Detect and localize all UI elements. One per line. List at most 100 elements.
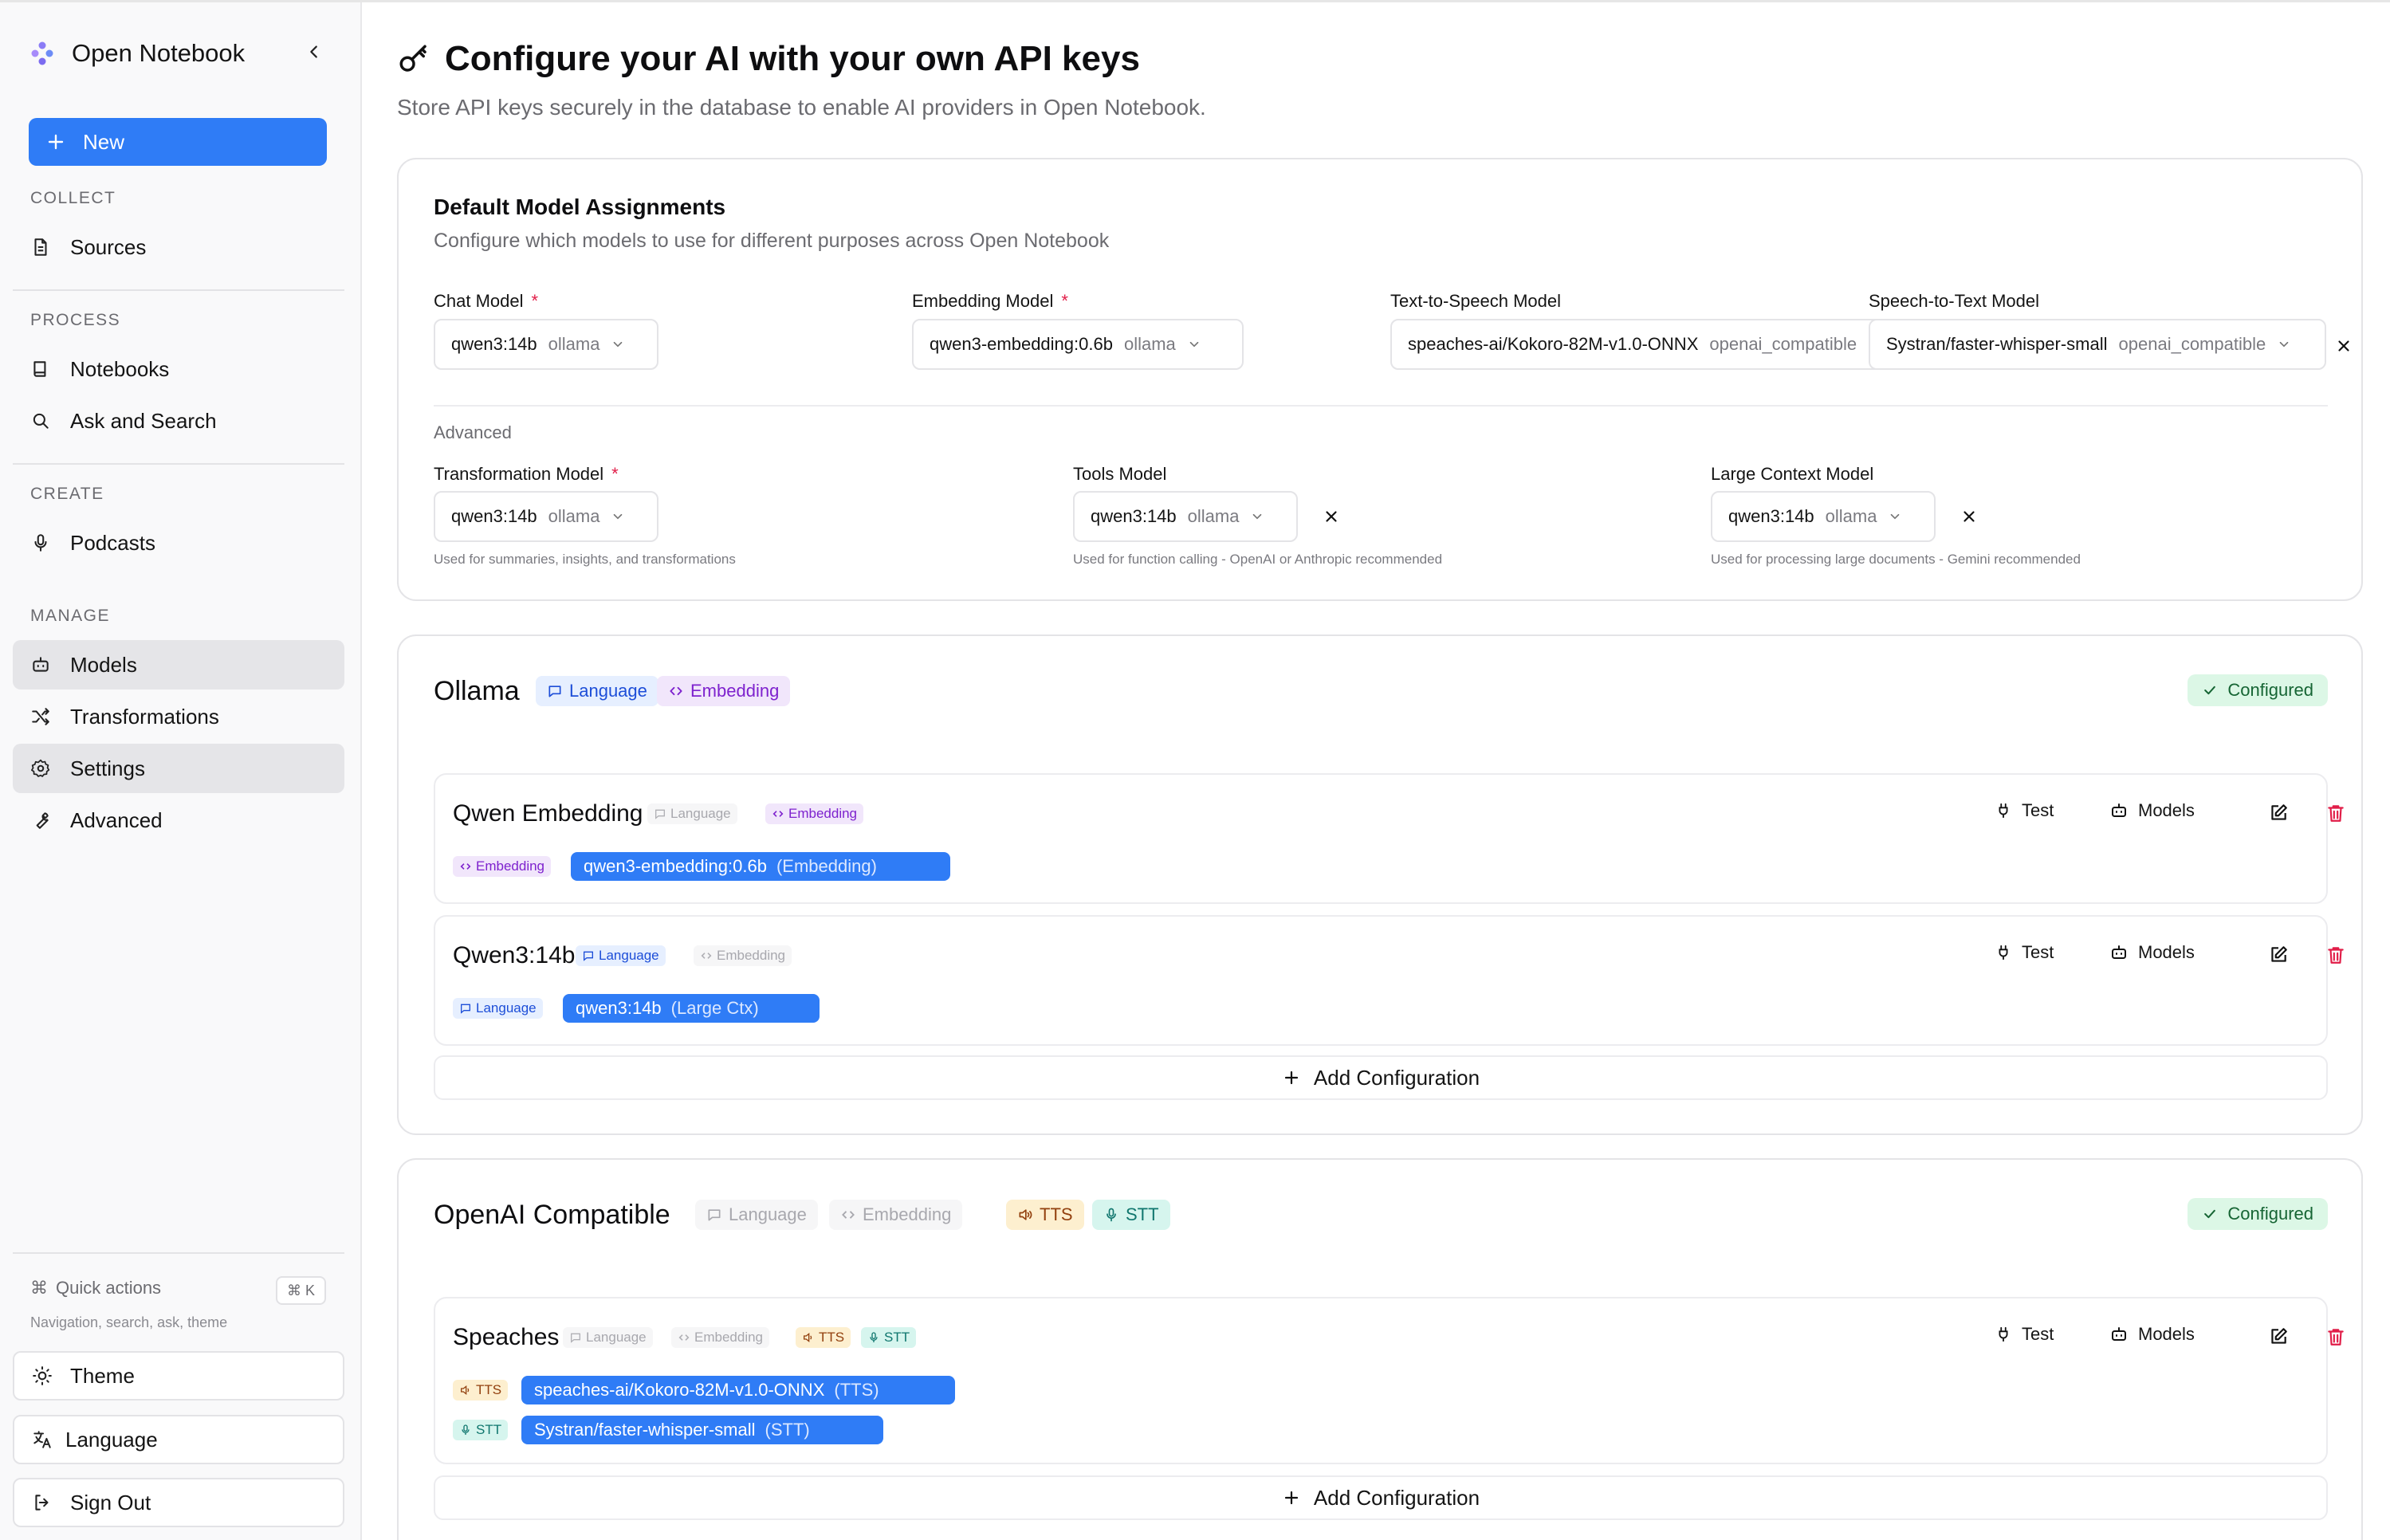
chevron-down-icon xyxy=(1189,341,1199,348)
model-capability-chip: Language xyxy=(453,998,543,1019)
sidebar-item-label: Advanced xyxy=(70,807,163,832)
search-icon xyxy=(33,413,49,429)
book-icon xyxy=(33,361,46,377)
quick-actions[interactable]: ⌘ Quick actions xyxy=(30,1278,161,1298)
bot-icon xyxy=(2112,803,2126,817)
capability-embedding-chip: Embedding xyxy=(671,1327,770,1348)
theme-button[interactable]: Theme xyxy=(13,1351,344,1401)
clear-large-context-model-button[interactable] xyxy=(1955,502,1983,531)
page-subtitle: Store API keys securely in the database … xyxy=(397,95,1206,120)
tts-model-select[interactable]: speaches-ai/Kokoro-82M-v1.0-ONNX openai_c… xyxy=(1390,319,1932,370)
provider-name: Ollama xyxy=(434,676,520,706)
sidebar-item-label: Models xyxy=(70,652,137,677)
new-button[interactable]: New xyxy=(29,118,327,166)
test-button[interactable]: Test xyxy=(1995,1324,2054,1345)
chevron-down-icon xyxy=(1891,513,1900,520)
delete-button[interactable] xyxy=(2321,941,2350,969)
edit-icon xyxy=(2271,1328,2287,1344)
large-context-model-select[interactable]: qwen3:14b ollama xyxy=(1711,491,1936,542)
capability-language-chip: Language xyxy=(695,1200,818,1230)
mic-icon xyxy=(34,534,47,552)
add-configuration-button[interactable]: Add Configuration xyxy=(434,1475,2328,1520)
large-context-model-label: Large Context Model xyxy=(1711,464,1874,484)
chevron-down-icon xyxy=(614,513,623,520)
provider-card-ollama: Ollama Language Embedding Configured Qwe… xyxy=(397,634,2363,1135)
quick-actions-label: Quick actions xyxy=(56,1278,162,1298)
config-name: Speaches xyxy=(453,1324,560,1350)
chevron-down-icon xyxy=(1253,513,1262,520)
embedding-model-select[interactable]: qwen3-embedding:0.6b ollama xyxy=(912,319,1244,370)
edit-button[interactable] xyxy=(2264,799,2293,827)
delete-button[interactable] xyxy=(2321,799,2350,827)
model-pill[interactable]: speaches-ai/Kokoro-82M-v1.0-ONNX (TTS) xyxy=(521,1376,955,1404)
edit-button[interactable] xyxy=(2264,1322,2293,1351)
delete-button[interactable] xyxy=(2321,1322,2350,1351)
sidebar-item-transformations[interactable]: Transformations xyxy=(13,692,344,741)
close-icon xyxy=(1326,511,1337,522)
speaker-icon xyxy=(461,1385,470,1396)
tools-model-select[interactable]: qwen3:14b ollama xyxy=(1073,491,1298,542)
main-content: Configure your AI with your own API keys… xyxy=(364,2,2390,1540)
model-capability-chip: STT xyxy=(453,1420,509,1440)
test-button[interactable]: Test xyxy=(1995,942,2054,963)
clear-tools-model-button[interactable] xyxy=(1317,502,1346,531)
collapse-sidebar-button[interactable] xyxy=(300,37,328,66)
transformation-model-hint: Used for summaries, insights, and transf… xyxy=(434,552,736,567)
capability-language-chip: Language xyxy=(576,945,666,966)
sign-out-button[interactable]: Sign Out xyxy=(13,1478,344,1527)
test-button[interactable]: Test xyxy=(1995,800,2054,821)
speaker-icon xyxy=(804,1332,812,1343)
model-pill[interactable]: qwen3-embedding:0.6b (Embedding) xyxy=(571,852,950,881)
message-icon xyxy=(461,1004,470,1014)
capability-stt-chip: STT xyxy=(1092,1200,1170,1230)
clear-stt-model-button[interactable] xyxy=(2329,332,2358,360)
add-configuration-button[interactable]: Add Configuration xyxy=(434,1055,2328,1100)
transformation-model-select[interactable]: qwen3:14b ollama xyxy=(434,491,658,542)
plus-icon xyxy=(48,134,64,150)
model-pill[interactable]: qwen3:14b (Large Ctx) xyxy=(563,994,820,1023)
command-icon: ⌘ xyxy=(30,1278,48,1298)
sidebar-item-advanced[interactable]: Advanced xyxy=(13,796,344,845)
models-button[interactable]: Models xyxy=(2109,1324,2195,1345)
config-name: Qwen Embedding xyxy=(453,800,643,827)
plug-icon xyxy=(1999,1326,2008,1342)
capability-embedding-chip: Embedding xyxy=(657,676,791,706)
capability-stt-chip: STT xyxy=(861,1327,917,1348)
bot-icon xyxy=(2112,945,2126,959)
sidebar-item-label: Transformations xyxy=(70,704,219,729)
edit-button[interactable] xyxy=(2264,941,2293,969)
plus-icon xyxy=(1284,1071,1299,1085)
sidebar-item-podcasts[interactable]: Podcasts xyxy=(13,518,344,568)
capability-language-chip: Language xyxy=(647,803,737,824)
configured-badge: Configured xyxy=(2188,1198,2328,1230)
sidebar-item-settings[interactable]: Settings xyxy=(13,744,344,793)
config-name: Qwen3:14b xyxy=(453,942,576,968)
code-icon xyxy=(842,1211,855,1219)
config-card-speaches: Speaches Language Embedding TTS STT Test… xyxy=(434,1297,2344,1464)
mic-icon xyxy=(1107,1208,1116,1222)
capability-tts-chip: TTS xyxy=(796,1327,851,1348)
capability-embedding-chip: Embedding xyxy=(829,1200,963,1230)
sidebar-item-ask-and-search[interactable]: Ask and Search xyxy=(13,396,344,446)
chat-model-select[interactable]: qwen3:14b ollama xyxy=(434,319,658,370)
page-title-text: Configure your AI with your own API keys xyxy=(445,39,1140,78)
chevron-left-icon xyxy=(310,45,317,58)
brand[interactable]: Open Notebook xyxy=(29,34,245,73)
provider-name: OpenAI Compatible xyxy=(434,1200,670,1230)
file-text-icon xyxy=(34,238,47,256)
models-button[interactable]: Models xyxy=(2109,800,2195,821)
sidebar-item-notebooks[interactable]: Notebooks xyxy=(13,344,344,394)
page-title: Configure your AI with your own API keys xyxy=(397,39,1140,79)
section-create: CREATE xyxy=(30,485,104,503)
model-pill[interactable]: Systran/faster-whisper-small (STT) xyxy=(521,1416,883,1444)
models-button[interactable]: Models xyxy=(2109,942,2195,963)
language-button[interactable]: Language xyxy=(13,1415,344,1464)
config-card-qwen3-14b: Qwen3:14b Language Embedding Test Models… xyxy=(434,915,2344,1046)
stt-model-select[interactable]: Systran/faster-whisper-small openai_compa… xyxy=(1869,319,2326,370)
plus-icon xyxy=(1284,1491,1299,1505)
provider-card-openai-compatible: OpenAI Compatible Language Embedding TTS… xyxy=(397,1158,2363,1540)
sidebar-item-sources[interactable]: Sources xyxy=(13,222,344,272)
sidebar-item-models[interactable]: Models xyxy=(13,640,344,689)
close-icon xyxy=(2338,340,2349,352)
quick-actions-description: Navigation, search, ask, theme xyxy=(30,1314,228,1330)
